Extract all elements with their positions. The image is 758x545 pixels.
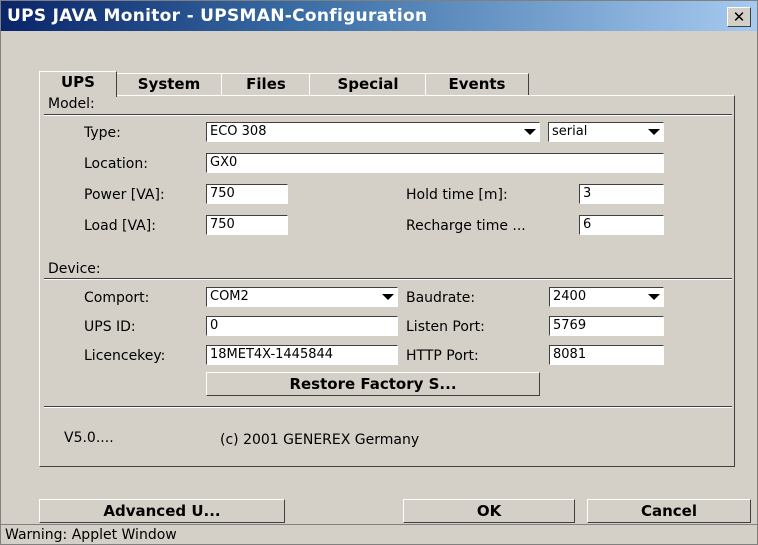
- http-port-label: HTTP Port:: [406, 348, 479, 364]
- ok-button[interactable]: OK: [403, 499, 575, 523]
- cancel-button[interactable]: Cancel: [587, 499, 751, 523]
- config-window: UPS JAVA Monitor - UPSMAN-Configuration …: [0, 0, 758, 545]
- comport-label: Comport:: [84, 290, 150, 306]
- connection-select[interactable]: serial: [548, 122, 664, 142]
- comport-value: COM2: [210, 289, 249, 304]
- recharge-label: Recharge time ...: [406, 218, 526, 234]
- cancel-button-label: Cancel: [640, 502, 697, 520]
- hold-time-label: Hold time [m]:: [406, 187, 508, 203]
- connection-value: serial: [552, 124, 588, 139]
- baudrate-label: Baudrate:: [406, 290, 476, 306]
- listen-port-input[interactable]: 5769: [549, 316, 664, 336]
- type-label: Type:: [84, 125, 121, 141]
- recharge-input[interactable]: 6: [579, 215, 664, 235]
- copyright-text: (c) 2001 GENEREX Germany: [220, 432, 420, 448]
- licence-value: 18MET4X-1445844: [210, 347, 334, 362]
- model-divider: [44, 114, 732, 116]
- listen-port-label: Listen Port:: [406, 319, 485, 335]
- tab-events[interactable]: Events: [425, 73, 529, 95]
- status-text: Warning: Applet Window: [5, 527, 177, 543]
- version-text: V5.0....: [64, 430, 114, 446]
- restore-factory-button[interactable]: Restore Factory S...: [206, 372, 540, 396]
- hold-time-input[interactable]: 3: [579, 184, 664, 204]
- restore-factory-label: Restore Factory S...: [289, 375, 457, 393]
- chevron-down-icon[interactable]: [382, 294, 394, 300]
- title-bar[interactable]: UPS JAVA Monitor - UPSMAN-Configuration …: [1, 1, 757, 31]
- http-port-value: 8081: [553, 347, 587, 362]
- hold-time-value: 3: [583, 186, 592, 201]
- tab-ups[interactable]: UPS: [39, 71, 117, 97]
- upsid-label: UPS ID:: [84, 319, 136, 335]
- ups-tab-panel: Model: Type: ECO 308 serial Location: GX…: [39, 95, 735, 467]
- licence-label: Licencekey:: [84, 348, 166, 364]
- load-value: 750: [210, 217, 235, 232]
- status-bar: Warning: Applet Window: [1, 524, 757, 544]
- load-input[interactable]: 750: [206, 215, 288, 235]
- chevron-down-icon[interactable]: [648, 129, 660, 135]
- advanced-button[interactable]: Advanced U...: [39, 499, 285, 523]
- close-button[interactable]: ✕: [727, 7, 751, 27]
- recharge-value: 6: [583, 217, 592, 232]
- close-icon: ✕: [732, 8, 746, 26]
- load-label: Load [VA]:: [84, 218, 156, 234]
- tab-system[interactable]: System: [115, 73, 223, 95]
- device-heading: Device:: [48, 261, 101, 277]
- chevron-down-icon[interactable]: [648, 294, 660, 300]
- comport-select[interactable]: COM2: [206, 287, 398, 307]
- tab-ups-label: UPS: [61, 73, 95, 91]
- upsid-input[interactable]: 0: [206, 316, 398, 336]
- location-label: Location:: [84, 156, 148, 172]
- type-value: ECO 308: [210, 124, 267, 139]
- model-heading: Model:: [48, 96, 95, 112]
- tab-events-label: Events: [448, 75, 506, 93]
- baudrate-select[interactable]: 2400: [549, 287, 664, 307]
- advanced-button-label: Advanced U...: [103, 502, 221, 520]
- window-title: UPS JAVA Monitor - UPSMAN-Configuration: [7, 6, 428, 26]
- licence-input[interactable]: 18MET4X-1445844: [206, 345, 398, 365]
- type-select[interactable]: ECO 308: [206, 122, 540, 142]
- power-value: 750: [210, 186, 235, 201]
- location-value: GX0: [210, 155, 238, 170]
- location-input[interactable]: GX0: [206, 153, 664, 173]
- upsid-value: 0: [210, 318, 219, 333]
- device-divider: [44, 278, 732, 280]
- tab-special[interactable]: Special: [309, 73, 427, 95]
- tab-special-label: Special: [337, 75, 399, 93]
- chevron-down-icon[interactable]: [524, 129, 536, 135]
- ok-button-label: OK: [476, 502, 502, 520]
- power-label: Power [VA]:: [84, 187, 165, 203]
- http-port-input[interactable]: 8081: [549, 345, 664, 365]
- listen-port-value: 5769: [553, 318, 587, 333]
- footer-divider: [44, 406, 732, 408]
- tab-files-label: Files: [246, 75, 286, 93]
- tab-system-label: System: [137, 75, 201, 93]
- power-input[interactable]: 750: [206, 184, 288, 204]
- baudrate-value: 2400: [553, 289, 587, 304]
- tab-files[interactable]: Files: [221, 73, 311, 95]
